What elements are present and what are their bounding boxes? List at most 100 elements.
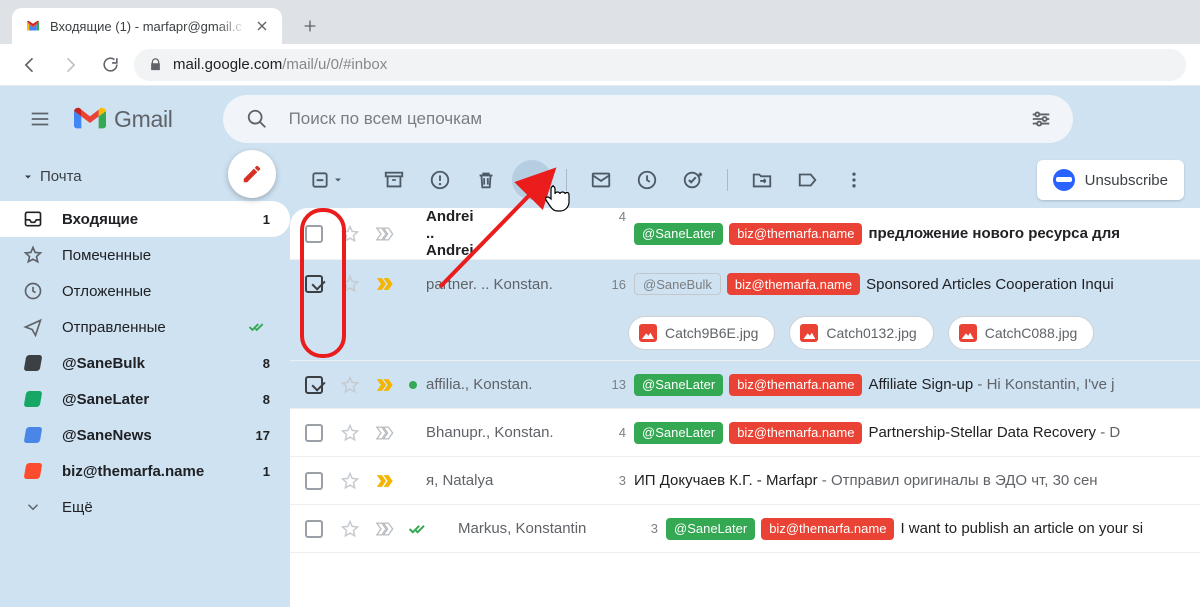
- star-icon[interactable]: [336, 224, 364, 244]
- nav-label: Отправленные: [62, 319, 230, 336]
- nav-icon: [22, 281, 44, 301]
- image-icon: [639, 324, 657, 342]
- snooze-button[interactable]: [627, 160, 667, 200]
- nav-icon: [22, 317, 44, 337]
- search-options-icon[interactable]: [1021, 108, 1061, 130]
- label-chip[interactable]: biz@themarfa.name: [729, 223, 862, 245]
- mail-section-label: Почта: [40, 168, 82, 185]
- unsubscribe-button[interactable]: Unsubscribe: [1037, 160, 1184, 200]
- attachment-row: Catch9B6E.jpg Catch0132.jpg CatchC088.jpg: [290, 308, 1200, 361]
- presence-dot: [408, 428, 418, 438]
- doublecheck-icon: [248, 320, 270, 334]
- sidebar-item-4[interactable]: @SaneBulk 8: [0, 345, 290, 381]
- importance-icon[interactable]: [372, 226, 400, 242]
- sidebar-item-2[interactable]: Отложенные: [0, 273, 290, 309]
- add-task-button[interactable]: [673, 160, 713, 200]
- importance-icon[interactable]: [372, 276, 400, 292]
- nav-icon: [22, 427, 44, 443]
- row-checkbox[interactable]: [300, 520, 328, 538]
- sidebar-item-3[interactable]: Отправленные: [0, 309, 290, 345]
- label-chip[interactable]: @SaneLater: [634, 422, 723, 444]
- archive-button[interactable]: [374, 160, 414, 200]
- importance-icon[interactable]: [372, 377, 400, 393]
- new-tab-button[interactable]: [296, 12, 324, 40]
- label-chip[interactable]: biz@themarfa.name: [729, 374, 862, 396]
- back-button[interactable]: [14, 49, 46, 81]
- label-chip[interactable]: @SaneLater: [634, 374, 723, 396]
- attachment-name: Catch0132.jpg: [826, 325, 916, 341]
- browser-toolbar: mail.google.com/mail/u/0/#inbox: [0, 44, 1200, 86]
- star-icon[interactable]: [336, 423, 364, 443]
- report-spam-button[interactable]: [420, 160, 460, 200]
- row-checkbox[interactable]: [300, 424, 328, 442]
- row-checkbox[interactable]: [300, 472, 328, 490]
- email-row[interactable]: Bhanupr., Konstan.4 @SaneLater biz@thema…: [290, 409, 1200, 457]
- search-bar[interactable]: [223, 95, 1073, 143]
- attachment-chip[interactable]: Catch9B6E.jpg: [628, 316, 775, 350]
- chevron-down-icon: [22, 498, 44, 516]
- senders: я, Natalya3: [426, 472, 626, 489]
- importance-icon[interactable]: [372, 521, 400, 537]
- sidebar-item-7[interactable]: biz@themarfa.name 1: [0, 453, 290, 489]
- sidebar-item-5[interactable]: @SaneLater 8: [0, 381, 290, 417]
- presence-dot: [408, 380, 418, 390]
- more-actions-button[interactable]: [834, 160, 874, 200]
- download-button[interactable]: [512, 160, 552, 200]
- url-path: /mail/u/0/#inbox: [282, 56, 387, 73]
- mark-unread-button[interactable]: [581, 160, 621, 200]
- move-to-button[interactable]: [742, 160, 782, 200]
- reload-button[interactable]: [94, 49, 126, 81]
- nav-icon: [22, 463, 44, 479]
- compose-button[interactable]: [228, 150, 276, 198]
- email-row[interactable]: partner. .. Konstan.16 @SaneBulk biz@the…: [290, 260, 1200, 308]
- star-icon[interactable]: [336, 274, 364, 294]
- star-icon[interactable]: [336, 519, 364, 539]
- label-chip[interactable]: biz@themarfa.name: [727, 273, 860, 295]
- select-all-checkbox[interactable]: [306, 170, 348, 190]
- importance-icon[interactable]: [372, 473, 400, 489]
- gmail-logo-icon: [74, 106, 106, 132]
- label-chip[interactable]: @SaneBulk: [634, 273, 721, 295]
- attachment-chip[interactable]: Catch0132.jpg: [789, 316, 933, 350]
- row-checkbox[interactable]: [300, 376, 328, 394]
- sidebar-more[interactable]: Ещё: [0, 489, 290, 525]
- email-content: @SaneLater biz@themarfa.nameI want to pu…: [666, 518, 1186, 540]
- image-icon: [959, 324, 977, 342]
- app-header: Gmail: [0, 86, 1200, 152]
- browser-tabstrip: Входящие (1) - marfapr@gmail.c: [0, 0, 1200, 44]
- label-chip[interactable]: @SaneLater: [634, 223, 723, 245]
- tab-close-icon[interactable]: [254, 18, 270, 34]
- star-icon[interactable]: [336, 375, 364, 395]
- sidebar-item-6[interactable]: @SaneNews 17: [0, 417, 290, 453]
- label-chip[interactable]: @SaneLater: [666, 518, 755, 540]
- row-checkbox[interactable]: [300, 275, 328, 293]
- label-chip[interactable]: biz@themarfa.name: [761, 518, 894, 540]
- search-input[interactable]: [289, 109, 1011, 129]
- sidebar-item-1[interactable]: Помеченные: [0, 237, 290, 273]
- search-icon[interactable]: [235, 108, 279, 130]
- label-chip[interactable]: biz@themarfa.name: [729, 422, 862, 444]
- senders: Bhanupr., Konstan.4: [426, 424, 626, 441]
- presence-dot: [408, 476, 418, 486]
- delete-button[interactable]: [466, 160, 506, 200]
- forward-button[interactable]: [54, 49, 86, 81]
- attachment-chip[interactable]: CatchC088.jpg: [948, 316, 1095, 350]
- row-checkbox[interactable]: [300, 225, 328, 243]
- email-row[interactable]: affilia., Konstan.13 @SaneLater biz@them…: [290, 361, 1200, 409]
- sidebar-item-0[interactable]: Входящие 1: [0, 201, 290, 237]
- importance-icon[interactable]: [372, 425, 400, 441]
- main-menu-button[interactable]: [16, 95, 64, 143]
- nav-count: 17: [256, 428, 270, 443]
- gmail-app: Gmail Почта Входящие 1 Помеченные Отложе…: [0, 86, 1200, 607]
- gmail-logo[interactable]: Gmail: [74, 106, 173, 133]
- nav-label: Помеченные: [62, 247, 270, 264]
- star-icon[interactable]: [336, 471, 364, 491]
- labels-button[interactable]: [788, 160, 828, 200]
- gmail-favicon: [24, 17, 42, 35]
- browser-tab[interactable]: Входящие (1) - marfapr@gmail.c: [12, 8, 282, 44]
- email-row[interactable]: я, Natalya3 ИП Докучаев К.Г. - Marfapr -…: [290, 457, 1200, 505]
- email-row[interactable]: Markus, Konstantin3 @SaneLater biz@thema…: [290, 505, 1200, 553]
- email-content: ИП Докучаев К.Г. - Marfapr - Отправил ор…: [634, 472, 1186, 489]
- address-bar[interactable]: mail.google.com/mail/u/0/#inbox: [134, 49, 1186, 81]
- email-row[interactable]: Andrei.. Andrei4 @SaneLater biz@themarfa…: [290, 208, 1200, 260]
